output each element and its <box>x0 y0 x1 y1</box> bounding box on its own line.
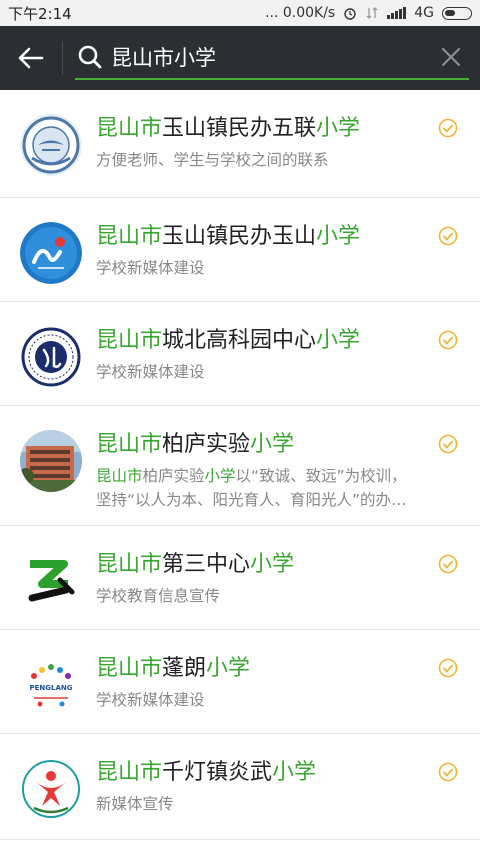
result-title: 昆山市玉山镇民办五联小学 <box>96 116 361 141</box>
verified-badge-icon <box>438 118 458 138</box>
verified-badge-icon <box>438 762 458 782</box>
result-description: 方便老师、学生与学校之间的联系 <box>96 151 329 169</box>
verified-badge-icon <box>438 434 458 454</box>
result-item[interactable]: 昆山市第三中心小学 学校教育信息宣传 <box>0 526 480 630</box>
result-title: 昆山市城北高科园中心小学 <box>96 328 361 353</box>
search-input[interactable] <box>105 45 433 69</box>
data-transfer-icon <box>366 7 378 19</box>
result-item[interactable]: PENGLANG 昆山市蓬朗小学 学校新媒体建设 <box>0 630 480 734</box>
search-box <box>75 36 469 80</box>
school-emblem-wulian-avatar <box>20 114 82 176</box>
result-item[interactable]: 昆山市玉山镇民办五联小学 方便老师、学生与学校之间的联系 <box>0 90 480 198</box>
result-item[interactable]: 昆山市千灯镇炎武小学 新媒体宣传 <box>0 734 480 840</box>
network-speed: ... 0.00K/s <box>265 5 336 21</box>
status-indicators: ... 0.00K/s 4G <box>265 5 472 21</box>
result-description: 学校新媒体建设 <box>96 259 205 277</box>
search-results-list: 昆山市玉山镇民办五联小学 方便老师、学生与学校之间的联系 昆山市玉山镇民办玉山小… <box>0 90 480 840</box>
result-item[interactable]: 昆山市玉山镇民办玉山小学 学校新媒体建设 <box>0 198 480 302</box>
verified-badge-icon <box>438 554 458 574</box>
verified-badge-icon <box>438 226 458 246</box>
school-logo-penglang-avatar: PENGLANG <box>20 654 82 716</box>
clear-search-button[interactable] <box>433 39 469 75</box>
result-description: 新媒体宣传 <box>96 795 174 813</box>
arrow-left-icon <box>18 47 44 69</box>
logo-text: PENGLANG <box>30 684 73 692</box>
back-button[interactable] <box>0 26 62 90</box>
result-title: 昆山市柏庐实验小学 <box>96 432 295 457</box>
alarm-icon <box>344 8 356 20</box>
result-title: 昆山市玉山镇民办玉山小学 <box>96 224 361 249</box>
result-description: 学校新媒体建设 <box>96 691 205 709</box>
school-building-photo-avatar <box>20 430 82 492</box>
school-emblem-yanwu-avatar <box>20 758 82 820</box>
result-title: 昆山市第三中心小学 <box>96 552 295 577</box>
status-bar: 下午2:14 ... 0.00K/s 4G <box>0 0 480 26</box>
network-type: 4G <box>414 5 434 21</box>
result-title: 昆山市千灯镇炎武小学 <box>96 760 317 785</box>
verified-badge-icon <box>438 330 458 350</box>
header-divider <box>62 41 63 75</box>
result-description: 学校新媒体建设 <box>96 363 205 381</box>
search-icon <box>75 42 105 72</box>
battery-icon <box>442 6 472 20</box>
result-description: 学校教育信息宣传 <box>96 587 221 605</box>
verified-badge-icon <box>438 658 458 678</box>
result-description: 昆山市柏庐实验小学以“致诚、致远”为校训，坚持“以人为本、阳光育人、育阳光人”的… <box>96 467 407 509</box>
result-item[interactable]: 昆山市柏庐实验小学 昆山市柏庐实验小学以“致诚、致远”为校训，坚持“以人为本、阳… <box>0 406 480 526</box>
status-time: 下午2:14 <box>8 4 72 23</box>
result-item[interactable]: 昆山市城北高科园中心小学 学校新媒体建设 <box>0 302 480 406</box>
search-header <box>0 26 480 90</box>
school-emblem-chengbei-avatar <box>20 326 82 388</box>
signal-icon <box>387 7 407 19</box>
result-title: 昆山市蓬朗小学 <box>96 656 251 681</box>
school-logo-yushan-avatar <box>20 222 82 284</box>
close-icon <box>441 47 461 67</box>
school-logo-disan-avatar <box>20 550 82 612</box>
